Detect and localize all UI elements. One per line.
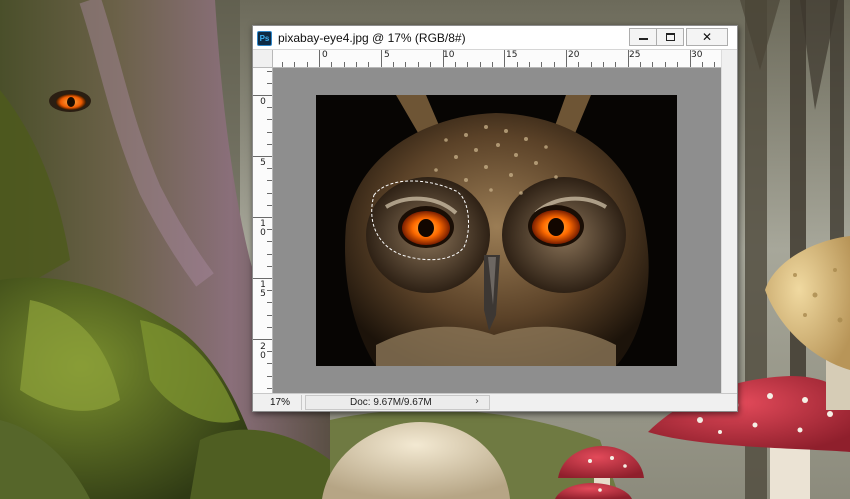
ruler-label: 0 — [322, 50, 328, 60]
ruler-label: 25 — [629, 50, 641, 60]
ruler-tick — [504, 50, 506, 67]
horizontal-ruler[interactable]: 0 5 10 15 20 25 30 — [273, 50, 721, 68]
minimize-icon — [639, 38, 648, 40]
close-button[interactable]: ✕ — [686, 28, 728, 46]
ruler-label: 15 — [506, 50, 518, 60]
ruler-tick — [331, 62, 333, 67]
ruler-tick — [590, 62, 592, 67]
ruler-label: 1 5 — [260, 280, 266, 299]
ruler-tick — [454, 62, 456, 67]
ruler-tick — [689, 50, 691, 67]
ruler-tick — [405, 62, 407, 67]
ruler-tick — [267, 290, 272, 292]
document-size-info[interactable]: Doc: 9.67M/9.67M — [305, 395, 490, 410]
ruler-tick — [343, 62, 345, 67]
status-bar: 17% Doc: 9.67M/9.67M › — [253, 393, 737, 411]
ruler-tick — [253, 95, 272, 96]
ruler-tick — [253, 278, 272, 279]
ruler-tick — [430, 62, 432, 67]
photoshop-app-icon: Ps — [257, 31, 272, 46]
ruler-tick — [516, 62, 518, 67]
ruler-tick — [578, 62, 580, 67]
ruler-origin-corner[interactable] — [253, 50, 273, 68]
vertical-ruler[interactable]: 0 5 1 0 1 5 2 0 — [253, 68, 273, 393]
vertical-scrollbar[interactable] — [721, 50, 737, 393]
document-title: pixabay-eye4.jpg @ 17% (RGB/8#) — [278, 31, 466, 45]
ruler-tick — [282, 62, 283, 67]
ruler-tick — [701, 62, 703, 67]
ruler-tick — [267, 131, 272, 133]
ruler-tick — [267, 326, 272, 328]
minimize-button[interactable] — [629, 28, 657, 46]
ruler-label: 5 — [384, 50, 390, 60]
ruler-tick — [267, 119, 272, 121]
ruler-tick — [267, 351, 272, 353]
maximize-button[interactable] — [656, 28, 684, 46]
ruler-tick — [306, 62, 308, 67]
ruler-tick — [267, 363, 272, 365]
ruler-tick — [528, 62, 530, 67]
ruler-tick — [267, 168, 272, 170]
close-icon: ✕ — [701, 30, 713, 44]
ruler-label: 20 — [568, 50, 580, 60]
ruler-tick — [267, 192, 272, 194]
chevron-right-icon[interactable]: › — [475, 395, 479, 408]
ruler-tick — [267, 204, 272, 206]
zoom-level-field[interactable]: 17% — [254, 395, 302, 410]
ruler-tick — [380, 50, 382, 67]
ruler-tick — [267, 302, 272, 304]
ruler-tick — [267, 241, 272, 243]
ruler-label: 10 — [443, 50, 455, 60]
ruler-tick — [267, 107, 272, 109]
ruler-tick — [442, 50, 444, 67]
ruler-tick — [267, 82, 272, 84]
ruler-tick — [267, 387, 272, 389]
ruler-label: 2 0 — [260, 342, 266, 361]
ruler-tick — [603, 62, 605, 67]
ruler-tick — [714, 62, 716, 67]
ruler-tick — [640, 62, 642, 67]
ruler-tick — [677, 62, 679, 67]
ruler-tick — [267, 229, 272, 231]
ruler-label: 30 — [691, 50, 703, 60]
ruler-tick — [491, 62, 493, 67]
ruler-tick — [479, 62, 481, 67]
ruler-tick — [467, 62, 469, 67]
ruler-tick — [393, 62, 395, 67]
ruler-label: 0 — [260, 97, 266, 107]
ruler-tick — [253, 217, 272, 218]
ruler-tick — [267, 265, 272, 267]
owl-photo-canvas[interactable] — [316, 95, 677, 366]
ruler-tick — [267, 180, 272, 182]
ruler-tick — [267, 314, 272, 316]
maximize-icon — [666, 33, 675, 41]
ruler-tick — [267, 143, 272, 145]
ruler-tick — [368, 62, 370, 67]
canvas-pasteboard[interactable] — [273, 68, 721, 393]
ruler-tick — [652, 62, 654, 67]
ruler-tick — [615, 62, 617, 67]
ruler-tick — [627, 50, 629, 67]
ruler-tick — [664, 62, 666, 67]
ruler-tick — [267, 375, 272, 377]
ruler-label: 1 0 — [260, 219, 266, 238]
ruler-tick — [253, 156, 272, 157]
ruler-tick — [417, 62, 419, 67]
ruler-tick — [566, 50, 567, 67]
ruler-tick — [356, 62, 357, 67]
ruler-label: 5 — [260, 158, 266, 168]
ruler-tick — [253, 339, 272, 340]
ruler-tick — [319, 50, 320, 67]
document-window[interactable]: Ps pixabay-eye4.jpg @ 17% (RGB/8#) ✕ 0 5… — [252, 25, 738, 412]
ruler-tick — [541, 62, 543, 67]
ruler-tick — [267, 253, 272, 255]
ruler-tick — [294, 62, 296, 67]
ruler-tick — [553, 62, 555, 67]
window-titlebar[interactable]: Ps pixabay-eye4.jpg @ 17% (RGB/8#) ✕ — [253, 26, 737, 50]
ruler-tick — [267, 70, 272, 72]
